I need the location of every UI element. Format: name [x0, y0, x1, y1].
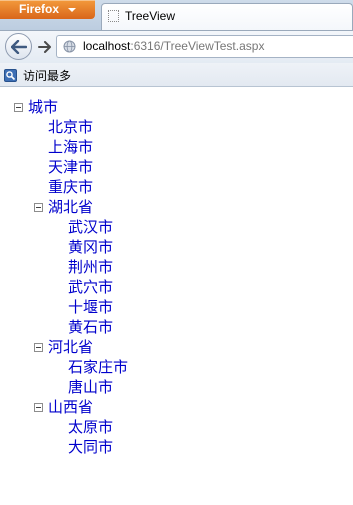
tree-node-label[interactable]: 北京市	[48, 118, 93, 136]
firefox-menu-label: Firefox	[19, 2, 60, 16]
page-icon	[108, 10, 119, 22]
tree-node-label[interactable]: 武汉市	[68, 218, 113, 236]
tree-view: 城市 北京市 上海市 天津市 重庆市 湖北省 武汉市 黄冈市 荆州市 武穴市 十…	[0, 87, 353, 505]
tree-node-leaf[interactable]: 天津市	[48, 157, 93, 177]
tree-node-label[interactable]: 十堰市	[68, 298, 113, 316]
tree-node-label[interactable]: 荆州市	[68, 258, 113, 276]
tree-node-leaf[interactable]: 大同市	[68, 437, 113, 457]
collapse-toggle-icon[interactable]	[34, 203, 43, 212]
tree-node-label[interactable]: 天津市	[48, 158, 93, 176]
address-bar[interactable]: localhost:6316/TreeViewTest.aspx	[56, 35, 353, 58]
tree-node-leaf[interactable]: 石家庄市	[68, 357, 128, 377]
tree-node-leaf[interactable]: 重庆市	[48, 177, 93, 197]
tree-node-leaf[interactable]: 唐山市	[68, 377, 113, 397]
chevron-down-icon	[68, 8, 76, 12]
bookmark-most-visited[interactable]: 访问最多	[4, 67, 71, 83]
tree-node-label[interactable]: 城市	[28, 98, 58, 116]
tree-node-group[interactable]: 山西省	[34, 397, 93, 417]
tree-node-leaf[interactable]: 荆州市	[68, 257, 113, 277]
tree-node-label[interactable]: 大同市	[68, 438, 113, 456]
tree-node-label[interactable]: 上海市	[48, 138, 93, 156]
url-text: localhost:6316/TreeViewTest.aspx	[83, 39, 264, 53]
tree-node-label[interactable]: 太原市	[68, 418, 113, 436]
collapse-toggle-icon[interactable]	[34, 343, 43, 352]
title-bar: Firefox TreeView	[0, 0, 353, 30]
back-button[interactable]	[5, 33, 32, 60]
tree-node-leaf[interactable]: 北京市	[48, 117, 93, 137]
tree-node-label[interactable]: 唐山市	[68, 378, 113, 396]
globe-icon	[63, 40, 76, 53]
firefox-menu-button[interactable]: Firefox	[0, 0, 95, 19]
tree-node-label[interactable]: 湖北省	[48, 198, 93, 216]
tree-node-leaf[interactable]: 太原市	[68, 417, 113, 437]
tree-node-label[interactable]: 山西省	[48, 398, 93, 416]
tab-title: TreeView	[125, 9, 176, 23]
collapse-toggle-icon[interactable]	[14, 103, 23, 112]
back-arrow-icon	[10, 39, 27, 54]
forward-button[interactable]	[34, 37, 54, 57]
bookmarks-toolbar: 访问最多	[0, 63, 353, 87]
tree-node-leaf[interactable]: 武汉市	[68, 217, 113, 237]
most-visited-icon	[4, 68, 17, 82]
tree-node-label[interactable]: 石家庄市	[68, 358, 128, 376]
forward-arrow-icon	[37, 41, 51, 53]
tab-treeview[interactable]: TreeView	[101, 3, 353, 30]
tree-node-leaf[interactable]: 黄冈市	[68, 237, 113, 257]
tree-node-leaf[interactable]: 上海市	[48, 137, 93, 157]
tree-node-group[interactable]: 湖北省	[34, 197, 93, 217]
url-path: :6316/TreeViewTest.aspx	[130, 39, 265, 53]
tree-node-leaf[interactable]: 十堰市	[68, 297, 113, 317]
tree-node-label[interactable]: 重庆市	[48, 178, 93, 196]
url-host: localhost	[83, 39, 131, 53]
tree-node-leaf[interactable]: 黄石市	[68, 317, 113, 337]
tree-node-label[interactable]: 黄冈市	[68, 238, 113, 256]
tree-node-label[interactable]: 黄石市	[68, 318, 113, 336]
tree-node-label[interactable]: 武穴市	[68, 278, 113, 296]
tree-node-leaf[interactable]: 武穴市	[68, 277, 113, 297]
collapse-toggle-icon[interactable]	[34, 403, 43, 412]
navigation-toolbar: localhost:6316/TreeViewTest.aspx	[0, 30, 353, 63]
tree-node-label[interactable]: 河北省	[48, 338, 93, 356]
tree-node-root[interactable]: 城市	[14, 97, 58, 117]
bookmark-label: 访问最多	[23, 68, 72, 83]
tree-node-group[interactable]: 河北省	[34, 337, 93, 357]
